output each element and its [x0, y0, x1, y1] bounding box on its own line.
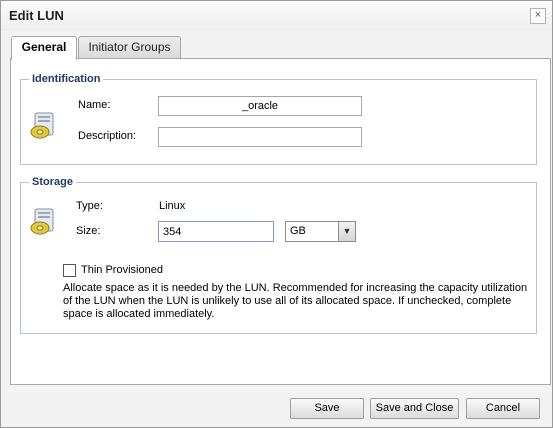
tab-initiator-groups[interactable]: Initiator Groups: [78, 36, 181, 59]
name-input[interactable]: [158, 96, 362, 116]
close-icon[interactable]: ×: [530, 8, 546, 24]
description-label: Description:: [78, 130, 137, 142]
lun-disk-icon: [30, 208, 54, 235]
description-input[interactable]: [158, 127, 362, 147]
thin-provisioned-label[interactable]: Thin Provisioned: [81, 264, 163, 276]
size-unit-select[interactable]: GB ▼: [285, 221, 356, 242]
type-label: Type:: [76, 200, 103, 212]
thin-provisioned-checkbox[interactable]: [63, 264, 76, 277]
cancel-button[interactable]: Cancel: [466, 398, 540, 419]
edit-lun-dialog: Edit LUN × General Initiator Groups Iden…: [0, 0, 553, 428]
identification-section: Identification: [20, 73, 537, 165]
save-button[interactable]: Save: [290, 398, 364, 419]
save-and-close-button[interactable]: Save and Close: [370, 398, 459, 419]
chevron-down-icon[interactable]: ▼: [338, 222, 355, 241]
size-label: Size:: [76, 225, 101, 237]
identification-legend: Identification: [32, 73, 101, 85]
lun-disk-icon: [30, 112, 54, 139]
type-value: Linux: [159, 200, 186, 212]
storage-legend: Storage: [32, 176, 73, 188]
thin-provisioned-description: Allocate space as it is needed by the LU…: [63, 282, 528, 320]
dialog-titlebar: Edit LUN ×: [1, 1, 552, 31]
size-input[interactable]: [158, 221, 274, 242]
tab-general[interactable]: General: [11, 36, 77, 60]
name-label: Name:: [78, 99, 111, 111]
size-unit-value: GB: [290, 225, 306, 237]
dialog-title: Edit LUN: [9, 8, 64, 23]
